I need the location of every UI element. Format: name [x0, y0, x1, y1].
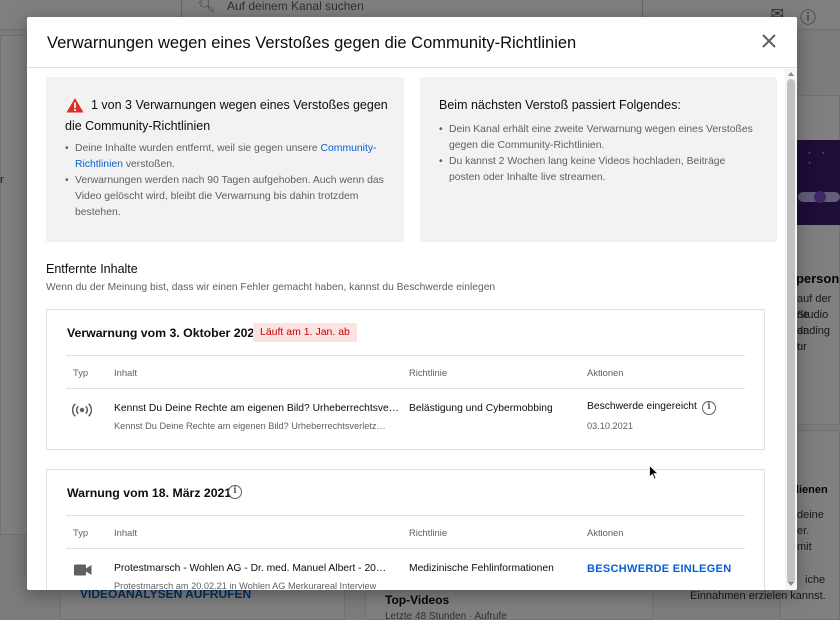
strike-info-item: Deine Inhalte wurden entfernt, weil sie … — [65, 141, 395, 173]
table-divider — [66, 355, 745, 356]
strike-card: Warnung vom 18. März 2021 i Typ Inhalt R… — [46, 469, 765, 590]
removed-content-subtitle: Wenn du der Meinung bist, dass wir einen… — [46, 282, 496, 293]
column-header-policy: Richtlinie — [409, 367, 448, 378]
table-divider — [66, 548, 745, 549]
next-violation-box: Beim nächsten Verstoß passiert Folgendes… — [420, 77, 777, 242]
scroll-up-arrow-icon[interactable] — [788, 72, 794, 76]
dialog-header: Verwarnungen wegen eines Verstoßes gegen… — [27, 17, 797, 68]
table-divider — [66, 515, 745, 516]
info-icon[interactable]: i — [702, 401, 716, 415]
strike-info-item: Verwarnungen werden nach 90 Tagen aufgeh… — [65, 173, 395, 221]
strike-card-title: Verwarnung vom 3. Oktober 2021 — [67, 326, 262, 340]
column-header-type: Typ — [73, 367, 89, 378]
strike-status-box: 1 von 3 Verwarnungen wegen eines Verstoß… — [46, 77, 404, 242]
strike-count-title: 1 von 3 Verwarnungen wegen eines Verstoß… — [65, 98, 388, 133]
next-violation-title: Beim nächsten Verstoß passiert Folgendes… — [439, 98, 681, 112]
appeal-status: Beschwerde eingereicht — [587, 401, 697, 412]
strike-card: Verwarnung vom 3. Oktober 2021 Läuft am … — [46, 309, 765, 450]
next-violation-list: Dein Kanal erhält eine zweite Verwarnung… — [439, 122, 759, 186]
strike-card-title: Warnung vom 18. März 2021 — [67, 486, 232, 500]
removed-content-title: Entfernte Inhalte — [46, 262, 138, 276]
live-broadcast-icon — [72, 403, 92, 417]
appeal-date: 03.10.2021 — [587, 421, 633, 431]
mouse-cursor-icon — [649, 465, 659, 480]
video-camera-icon — [74, 564, 92, 576]
file-appeal-button[interactable]: BESCHWERDE EINLEGEN — [587, 563, 731, 575]
strike-info-list: Deine Inhalte wurden entfernt, weil sie … — [65, 141, 395, 221]
column-header-content: Inhalt — [114, 527, 137, 538]
removed-video-description: Kennst Du Deine Rechte am eigenen Bild? … — [114, 421, 389, 431]
dialog-body: 1 von 3 Verwarnungen wegen eines Verstoß… — [27, 69, 785, 590]
scrollbar-thumb[interactable] — [787, 79, 795, 584]
next-violation-item: Du kannst 2 Wochen lang keine Videos hoc… — [439, 154, 759, 186]
close-icon[interactable] — [759, 31, 779, 51]
column-header-actions: Aktionen — [587, 367, 624, 378]
removed-video-title[interactable]: Kennst Du Deine Rechte am eigenen Bild? … — [114, 403, 401, 414]
bullet-text: Verwarnungen werden nach 90 Tagen aufgeh… — [75, 175, 384, 218]
bullet-text: verstoßen. — [125, 159, 175, 170]
dialog-title: Verwarnungen wegen eines Verstoßes gegen… — [47, 34, 577, 52]
bullet-text: Deine Inhalte wurden entfernt, weil sie … — [75, 143, 318, 154]
table-divider — [66, 388, 745, 389]
strikes-dialog: Verwarnungen wegen eines Verstoßes gegen… — [27, 17, 797, 590]
policy-label: Belästigung und Cybermobbing — [409, 403, 553, 414]
removed-video-description: Protestmarsch am 20.02.21 in Wohlen AG M… — [114, 581, 377, 590]
expiry-badge: Läuft am 1. Jan. ab — [253, 323, 357, 342]
column-header-actions: Aktionen — [587, 527, 624, 538]
policy-label: Medizinische Fehlinformationen — [409, 563, 554, 574]
column-header-content: Inhalt — [114, 367, 137, 378]
column-header-policy: Richtlinie — [409, 527, 448, 538]
info-icon[interactable]: i — [228, 485, 242, 499]
column-header-type: Typ — [73, 527, 89, 538]
next-violation-item: Dein Kanal erhält eine zweite Verwarnung… — [439, 122, 759, 154]
removed-video-title[interactable]: Protestmarsch - Wohlen AG - Dr. med. Man… — [114, 563, 389, 574]
scroll-down-arrow-icon[interactable] — [788, 582, 794, 586]
